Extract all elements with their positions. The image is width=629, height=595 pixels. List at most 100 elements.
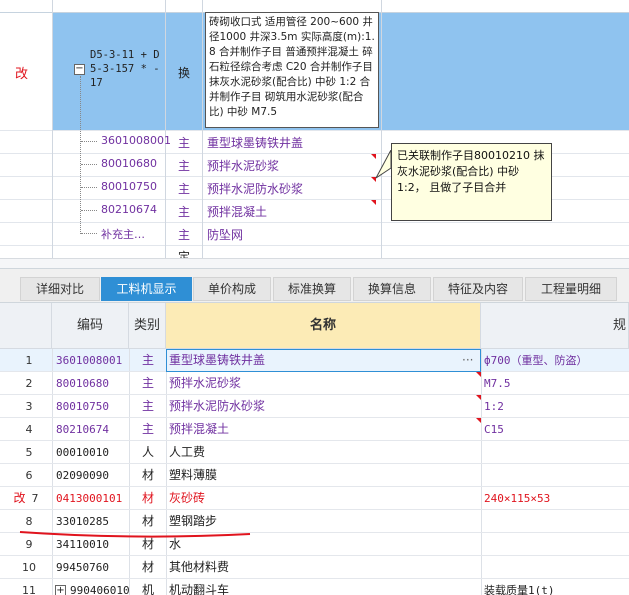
sub-item-name[interactable]: 重型球墨铸铁井盖 [207, 134, 303, 151]
tab-quantity-detail[interactable]: 工程量明细 [525, 277, 617, 301]
sub-item-code[interactable]: 3601008001 [101, 134, 171, 147]
row-name[interactable]: 塑料薄膜 [169, 464, 479, 487]
sub-item-type: 主 [178, 228, 191, 242]
row-type[interactable]: 人 [130, 441, 166, 464]
table-row[interactable]: 11 +990406010 机机动翻斗车 装载质量1(t) [0, 579, 629, 595]
row-spec[interactable] [484, 533, 629, 556]
row-index: 2 [0, 372, 52, 395]
row-index: 10 [0, 556, 52, 579]
tab-price-composition[interactable]: 单价构成 [193, 277, 271, 301]
row-name[interactable]: 预拌混凝土 [169, 418, 479, 441]
sub-item-code[interactable]: 补充主… [101, 226, 145, 242]
table-row[interactable]: 改 7 0413000101 材灰砂砖 240×115×53 [0, 487, 629, 510]
row-code[interactable]: 00010010 [56, 441, 128, 464]
tab-materials[interactable]: 工料机显示 [101, 277, 192, 301]
row-number: 10 [22, 561, 36, 574]
row-spec[interactable]: C15 [484, 418, 629, 441]
sub-item-name[interactable]: 预拌混凝土 [207, 203, 267, 220]
tab-standard-conversion[interactable]: 标准换算 [273, 277, 351, 301]
row-code[interactable]: 80210674 [56, 418, 128, 441]
modified-indicator [476, 418, 481, 423]
header-index [0, 303, 52, 349]
row-type[interactable]: 主 [130, 349, 166, 372]
row-number: 8 [25, 515, 33, 528]
sub-item-name[interactable]: 防坠网 [207, 226, 243, 243]
sub-item-code[interactable]: 80010750 [101, 180, 157, 193]
row-code[interactable]: 02090090 [56, 464, 128, 487]
row-type[interactable]: 主 [130, 418, 166, 441]
sub-item-code[interactable]: 80210674 [101, 203, 157, 216]
tab-detail-compare[interactable]: 详细对比 [20, 277, 100, 301]
row-spec[interactable]: 装载质量1(t) [484, 579, 629, 595]
main-item-description[interactable]: 砖砌收口式 适用管径 200~600 井径1000 井深3.5m 实际高度(m)… [205, 12, 379, 128]
row-spec[interactable]: M7.5 [484, 372, 629, 395]
row-index: 11 [0, 579, 52, 595]
row-code[interactable]: 99450760 [56, 556, 128, 579]
row-number: 4 [25, 423, 33, 436]
row-type[interactable]: 材 [130, 487, 166, 510]
main-item-type: 换 [178, 66, 191, 80]
row-index: 1 [0, 349, 52, 372]
table-row[interactable]: 1 3601008001 主重型球墨铸铁井盖 ··· ф700（重型、防盗） [0, 349, 629, 372]
splitter[interactable] [0, 258, 629, 268]
row-code[interactable]: 3601008001 [56, 349, 128, 372]
row-name[interactable]: 灰砂砖 [169, 487, 479, 510]
collapse-toggle[interactable]: − [74, 64, 85, 75]
header-spec[interactable]: 规 [481, 303, 629, 349]
table-row[interactable]: 10 99450760 材其他材料费 [0, 556, 629, 579]
row-spec[interactable] [484, 510, 629, 533]
modified-indicator [476, 395, 481, 400]
row-name[interactable]: 其他材料费 [169, 556, 479, 579]
table-row[interactable]: 5 00010010 人人工费 [0, 441, 629, 464]
row-spec[interactable] [484, 441, 629, 464]
row-type[interactable]: 材 [130, 464, 166, 487]
row-name[interactable]: 机动翻斗车 [169, 579, 479, 595]
sub-item-type: 主 [178, 205, 191, 219]
expand-toggle[interactable]: + [55, 585, 66, 595]
row-code[interactable]: 0413000101 [56, 487, 128, 510]
table-row[interactable]: 4 80210674 主预拌混凝土 C15 [0, 418, 629, 441]
row-type[interactable]: 主 [130, 372, 166, 395]
partial-row-type: 定 [178, 250, 191, 258]
row-type[interactable]: 机 [130, 579, 166, 595]
row-number: 6 [25, 469, 33, 482]
table-row[interactable]: 3 80010750 主预拌水泥防水砂浆 1:2 [0, 395, 629, 418]
row-number: 7 [31, 492, 39, 505]
row-index: 4 [0, 418, 52, 441]
row-spec[interactable] [484, 556, 629, 579]
row-code[interactable]: 80010680 [56, 372, 128, 395]
row-index: 3 [0, 395, 52, 418]
row-spec[interactable]: ф700（重型、防盗） [484, 349, 629, 372]
row-name[interactable]: 预拌水泥砂浆 [169, 372, 479, 395]
sub-item-name[interactable]: 预拌水泥防水砂浆 [207, 180, 303, 197]
row-number: 2 [25, 377, 33, 390]
row-index: 改7 [0, 487, 52, 510]
row-number: 1 [25, 354, 33, 367]
header-type[interactable]: 类别 [129, 303, 166, 349]
modified-indicator [371, 200, 376, 205]
tab-conversion-info[interactable]: 换算信息 [353, 277, 431, 301]
sub-item-name[interactable]: 预拌水泥砂浆 [207, 157, 279, 174]
tab-features-content[interactable]: 特征及内容 [433, 277, 523, 301]
row-code[interactable]: 80010750 [56, 395, 128, 418]
sub-item-code[interactable]: 80010680 [101, 157, 157, 170]
row-number: 3 [25, 400, 33, 413]
row-spec[interactable]: 240×115×53 [484, 487, 629, 510]
sub-item-type: 主 [178, 159, 191, 173]
header-name[interactable]: 名称 [166, 303, 481, 349]
row-spec[interactable]: 1:2 [484, 395, 629, 418]
comment-note: 已关联制作子目80010210 抹灰水泥砂浆(配合比) 中砂 1:2， 且做了子… [391, 143, 552, 221]
table-row[interactable]: 2 80010680 主预拌水泥砂浆 M7.5 [0, 372, 629, 395]
row-type[interactable]: 材 [130, 556, 166, 579]
row-name[interactable]: 预拌水泥防水砂浆 [169, 395, 479, 418]
row-type[interactable]: 主 [130, 395, 166, 418]
table-row[interactable]: 6 02090090 材塑料薄膜 [0, 464, 629, 487]
row-name[interactable]: 人工费 [169, 441, 479, 464]
row-spec[interactable] [484, 464, 629, 487]
red-underline-annotation [19, 531, 251, 538]
materials-table: 编码 类别 名称 规 1 3601008001 主重型球墨铸铁井盖 ··· ф700（重… [0, 303, 629, 595]
sub-item-grid: 改 − D5-3-11 + D5-3-157 * -17 换 砖砌收口式 适用管… [0, 0, 629, 258]
row-number: 5 [25, 446, 33, 459]
header-code[interactable]: 编码 [52, 303, 129, 349]
modified-mark: 改 [15, 67, 29, 82]
